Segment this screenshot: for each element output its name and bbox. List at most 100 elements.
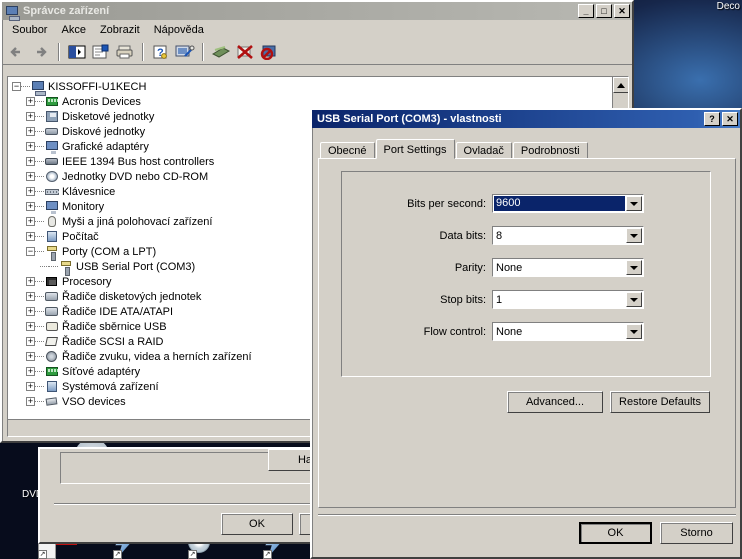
advanced-button[interactable]: Advanced... <box>507 391 603 413</box>
tree-item-label: Řadiče zvuku, videa a herních zařízení <box>62 350 252 363</box>
expand-toggle[interactable]: + <box>26 337 35 346</box>
expand-toggle[interactable]: + <box>26 172 35 181</box>
tab-port-settings[interactable]: Port Settings <box>375 139 455 159</box>
expand-toggle[interactable]: + <box>26 322 35 331</box>
update-driver-icon[interactable] <box>210 41 232 63</box>
tree-connector <box>35 356 44 357</box>
expand-toggle[interactable]: + <box>26 307 35 316</box>
menu-akce[interactable]: Akce <box>54 22 92 38</box>
controller-icon <box>44 304 60 319</box>
tab-obecne[interactable]: Obecné <box>320 142 375 159</box>
toolbar[interactable]: ? <box>2 39 632 65</box>
show-hide-tree-icon[interactable] <box>66 41 88 63</box>
restore-defaults-button[interactable]: Restore Defaults <box>610 391 710 413</box>
collapse-toggle[interactable]: − <box>12 82 21 91</box>
tree-item-label: IEEE 1394 Bus host controllers <box>62 155 215 168</box>
combo-value: None <box>496 325 523 338</box>
chevron-down-icon[interactable] <box>626 196 642 211</box>
chevron-down-icon[interactable] <box>626 324 642 339</box>
background-dialog-window[interactable]: Ha OK <box>38 447 371 544</box>
disable-device-icon[interactable] <box>234 41 256 63</box>
expand-toggle[interactable]: + <box>26 352 35 361</box>
help-button[interactable]: ? <box>704 112 720 126</box>
expand-toggle[interactable]: + <box>26 292 35 301</box>
expand-toggle[interactable]: + <box>26 277 35 286</box>
help-icon[interactable]: ? <box>150 41 172 63</box>
combo-parity[interactable]: None <box>492 258 644 277</box>
maximize-button[interactable]: □ <box>596 4 612 18</box>
tree-connector <box>35 161 44 162</box>
tree-item-label: Disketové jednotky <box>62 110 155 123</box>
system-device-icon <box>44 379 60 394</box>
background-ok-button[interactable]: OK <box>221 513 293 535</box>
expand-toggle[interactable]: + <box>26 397 35 406</box>
chevron-down-icon[interactable] <box>626 260 642 275</box>
forward-arrow-icon[interactable] <box>30 41 52 63</box>
print-icon[interactable] <box>114 41 136 63</box>
expand-toggle[interactable]: + <box>26 232 35 241</box>
combo-stop-bits[interactable]: 1 <box>492 290 644 309</box>
collapse-toggle[interactable]: − <box>26 247 35 256</box>
field-label: Parity: <box>454 261 486 274</box>
combo-flow-control[interactable]: None <box>492 322 644 341</box>
menubar[interactable]: Soubor Akce Zobrazit Nápověda <box>2 20 632 39</box>
tree-item-label: Řadiče disketových jednotek <box>62 290 202 303</box>
expand-toggle[interactable]: + <box>26 367 35 376</box>
expand-toggle[interactable]: + <box>26 127 35 136</box>
combo-data-bits[interactable]: 8 <box>492 226 644 245</box>
device-manager-title: Správce zařízení <box>23 5 110 17</box>
port-settings-page: Bits per second: 9600 Data bits: 8 Parity: No… <box>318 158 736 508</box>
uninstall-device-icon[interactable] <box>258 41 280 63</box>
field-label: Stop bits: <box>440 293 486 306</box>
cancel-button[interactable]: Storno <box>660 522 733 544</box>
tree-connector <box>40 266 49 267</box>
back-arrow-icon[interactable] <box>6 41 28 63</box>
properties-dialog-title: USB Serial Port (COM3) - vlastnosti <box>317 113 502 125</box>
disk-drive-icon <box>44 124 60 139</box>
ok-button[interactable]: OK <box>579 522 652 544</box>
floppy-drive-icon <box>44 109 60 124</box>
combo-value: 9600 <box>494 196 625 211</box>
menu-napoveda[interactable]: Nápověda <box>147 22 211 38</box>
expand-toggle[interactable]: + <box>26 142 35 151</box>
scan-hardware-changes-icon[interactable] <box>174 41 196 63</box>
tree-item-label: Řadiče SCSI a RAID <box>62 335 164 348</box>
combo-bits-per-second[interactable]: 9600 <box>492 194 644 213</box>
close-button[interactable]: ✕ <box>722 112 738 126</box>
ieee1394-icon <box>44 154 60 169</box>
close-button[interactable]: ✕ <box>614 4 630 18</box>
vso-device-icon <box>44 394 60 409</box>
chevron-down-icon[interactable] <box>626 292 642 307</box>
tab-podrobnosti[interactable]: Podrobnosti <box>512 142 588 159</box>
properties-titlebar[interactable]: USB Serial Port (COM3) - vlastnosti ? ✕ <box>312 110 740 128</box>
expand-toggle[interactable]: + <box>26 112 35 121</box>
scroll-up-button[interactable] <box>613 77 628 93</box>
sound-video-icon <box>44 349 60 364</box>
expand-toggle[interactable]: + <box>26 202 35 211</box>
properties-icon[interactable] <box>90 41 112 63</box>
chevron-down-icon[interactable] <box>626 228 642 243</box>
tab-ovladac[interactable]: Ovladač <box>455 142 512 159</box>
expand-toggle[interactable]: + <box>26 217 35 226</box>
tree-item[interactable]: − KISSOFFI-U1KECH <box>12 79 628 96</box>
menu-zobrazit[interactable]: Zobrazit <box>93 22 147 38</box>
tree-item-label: Řadiče IDE ATA/ATAPI <box>62 305 174 318</box>
shortcut-overlay-icon: ↗ <box>113 550 122 559</box>
tree-connector <box>35 311 44 312</box>
minimize-button[interactable]: _ <box>578 4 594 18</box>
device-manager-titlebar[interactable]: Správce zařízení _ □ ✕ <box>2 2 632 21</box>
expand-toggle[interactable]: + <box>26 157 35 166</box>
field-label: Flow control: <box>423 325 486 338</box>
properties-tabstrip[interactable]: Obecné Port Settings Ovladač Podrobnosti <box>320 139 589 159</box>
keyboard-icon <box>44 184 60 199</box>
tree-item[interactable]: + Acronis Devices <box>12 94 628 109</box>
usb-controller-icon <box>44 319 60 334</box>
tree-connector <box>35 131 44 132</box>
tree-connector <box>35 146 44 147</box>
port-properties-dialog[interactable]: USB Serial Port (COM3) - vlastnosti ? ✕ … <box>310 108 742 559</box>
expand-toggle[interactable]: + <box>26 382 35 391</box>
tree-item-label: Myši a jiná polohovací zařízení <box>62 215 213 228</box>
menu-soubor[interactable]: Soubor <box>5 22 54 38</box>
expand-toggle[interactable]: + <box>26 187 35 196</box>
expand-toggle[interactable]: + <box>26 97 35 106</box>
